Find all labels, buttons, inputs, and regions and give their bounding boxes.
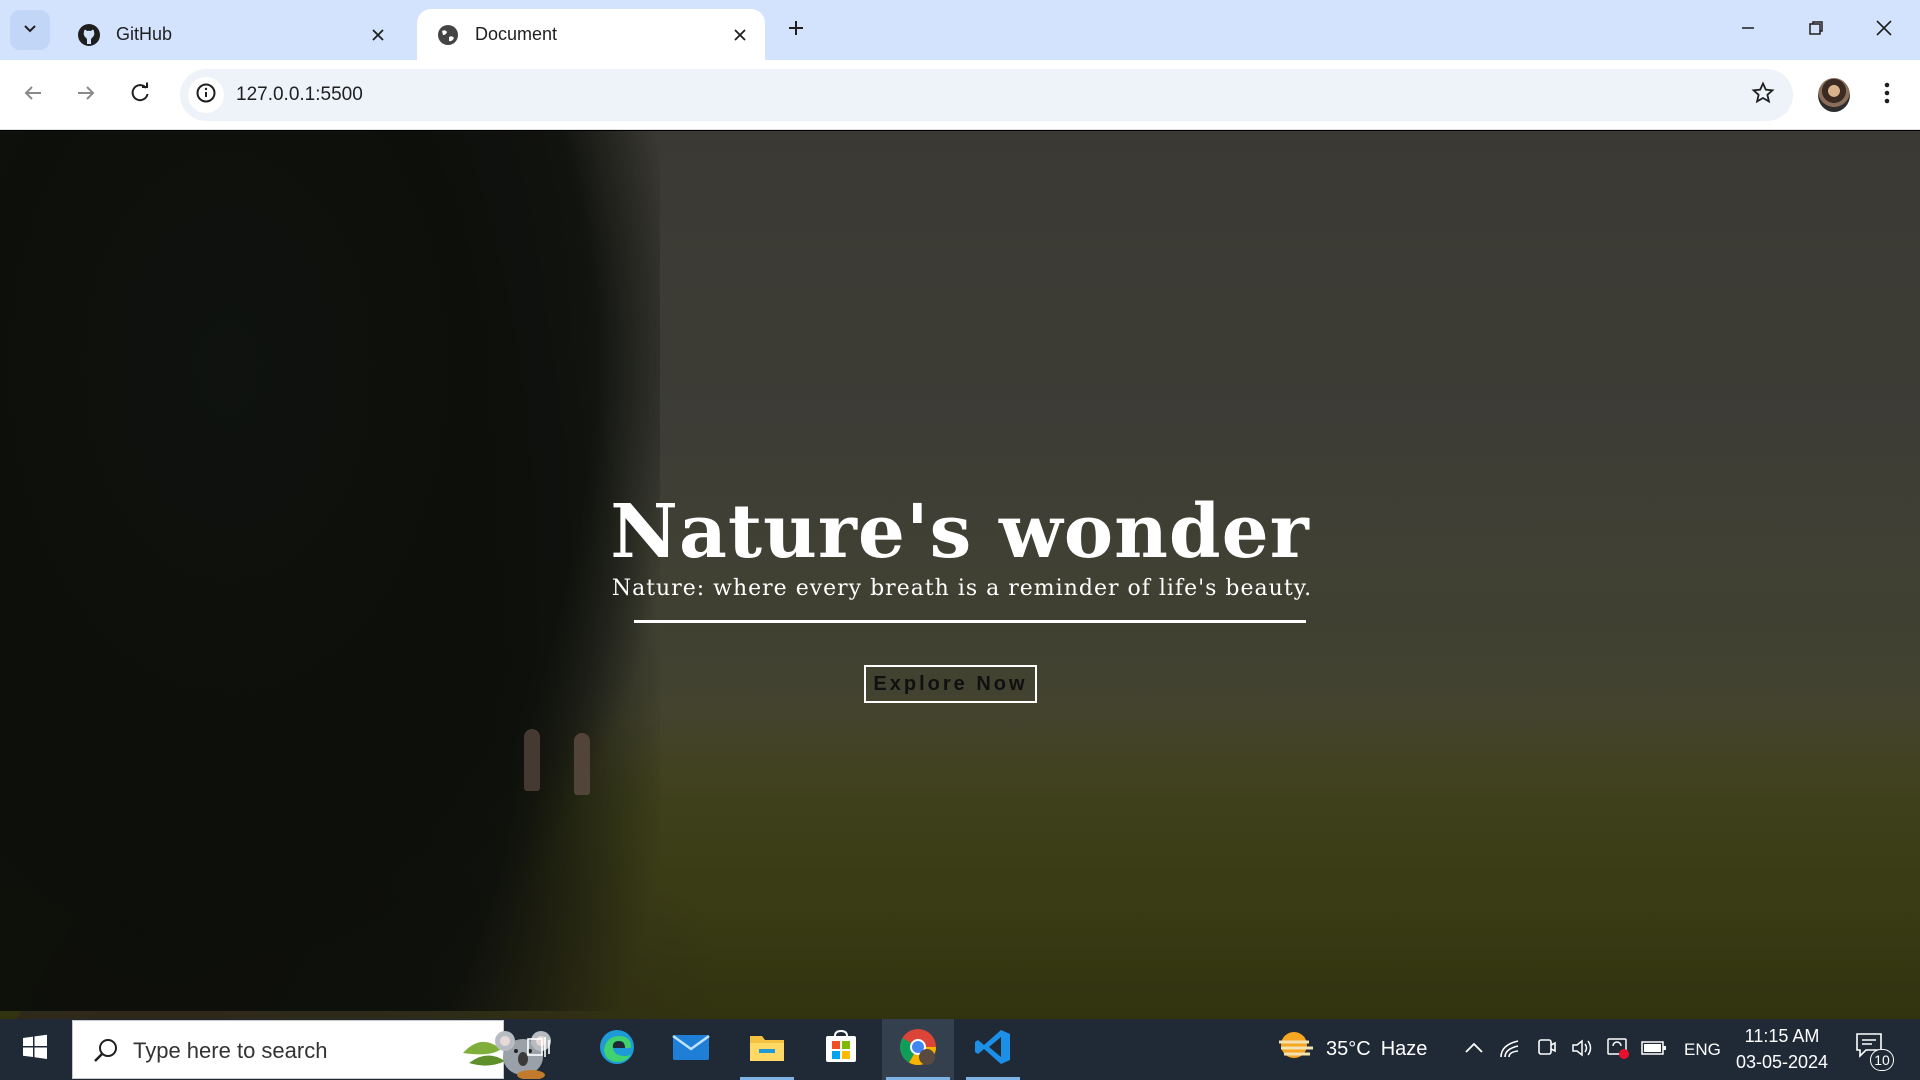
file-explorer-icon (749, 1031, 785, 1068)
hero-title: Nature's wonder (610, 489, 1310, 575)
close-window-button[interactable] (1850, 0, 1918, 60)
start-button[interactable] (0, 1019, 70, 1080)
weather-temperature: 35°C (1326, 1038, 1371, 1060)
speaker-icon (1570, 1037, 1594, 1064)
info-icon (195, 82, 217, 109)
globe-icon (435, 22, 461, 48)
tab-document[interactable]: Document (417, 9, 765, 60)
site-info-button[interactable] (188, 77, 224, 113)
windows-logo-icon (22, 1034, 48, 1065)
reload-button[interactable] (122, 77, 158, 113)
vscode-icon (974, 1028, 1012, 1071)
forward-button[interactable] (68, 77, 104, 113)
taskbar-vscode[interactable] (962, 1019, 1024, 1080)
task-view-button[interactable] (508, 1019, 570, 1080)
restore-icon (1808, 20, 1824, 41)
search-placeholder: Type here to search (133, 1038, 328, 1063)
hero-divider (634, 620, 1306, 623)
sync-error-icon (1606, 1036, 1630, 1065)
show-hidden-icons-button[interactable] (1460, 1036, 1488, 1064)
arrow-right-icon (75, 82, 97, 109)
camera-icon (1535, 1037, 1557, 1064)
minimize-icon (1740, 20, 1756, 41)
url-text[interactable]: 127.0.0.1:5500 (236, 69, 363, 121)
star-icon (1751, 80, 1775, 110)
github-icon (76, 22, 102, 48)
explore-now-button[interactable]: Explore Now (864, 665, 1037, 703)
input-language[interactable]: ENG (1684, 1019, 1721, 1080)
taskbar-clock[interactable]: 11:15 AM 03-05-2024 (1724, 1023, 1840, 1075)
address-bar[interactable]: 127.0.0.1:5500 (180, 69, 1793, 121)
taskbar-chrome[interactable] (882, 1019, 954, 1080)
taskbar-mail[interactable] (660, 1019, 722, 1080)
bookmark-button[interactable] (1749, 80, 1777, 110)
sun-haze-icon (1276, 1030, 1316, 1070)
search-icon (91, 1036, 121, 1066)
browser-toolbar: 127.0.0.1:5500 (0, 60, 1920, 130)
arrow-left-icon (22, 82, 44, 109)
hero-subtitle: Nature: where every breath is a reminder… (611, 576, 1313, 601)
page-viewport: Nature's wonder Nature: where every brea… (0, 131, 1920, 1019)
battery-icon (1641, 1040, 1667, 1061)
plus-icon (786, 18, 806, 43)
meet-now-button[interactable] (1532, 1036, 1560, 1064)
clock-date: 03-05-2024 (1735, 1052, 1829, 1072)
tab-title: Document (475, 24, 558, 44)
mail-icon (672, 1032, 710, 1067)
action-center-button[interactable]: 10 (1854, 1031, 1898, 1071)
browser-tabstrip: GitHub Document (0, 0, 1920, 60)
notification-count-badge: 10 (1870, 1049, 1894, 1071)
chrome-icon (898, 1027, 938, 1072)
edge-icon (598, 1028, 636, 1071)
browser-menu-button[interactable] (1872, 78, 1902, 112)
tab-search-button[interactable] (10, 10, 50, 50)
taskbar-search-box[interactable]: Type here to search (72, 1020, 551, 1080)
profile-avatar[interactable] (1818, 78, 1850, 112)
reload-icon (129, 82, 151, 109)
chevron-up-icon (1464, 1041, 1484, 1060)
store-icon (824, 1029, 858, 1069)
taskbar-store[interactable] (810, 1019, 872, 1080)
close-icon[interactable] (367, 24, 389, 46)
more-vertical-icon (1884, 82, 1890, 109)
taskbar-weather[interactable]: 35°C Haze (1276, 1019, 1427, 1080)
hero-section: Nature's wonder Nature: where every brea… (0, 131, 1920, 1019)
wifi-icon (1498, 1037, 1522, 1064)
new-tab-button[interactable] (780, 14, 812, 46)
tab-github[interactable]: GitHub (58, 9, 403, 60)
weather-condition: Haze (1380, 1038, 1428, 1060)
minimize-button[interactable] (1714, 0, 1782, 60)
restore-button[interactable] (1782, 0, 1850, 60)
chevron-down-icon (21, 19, 39, 42)
close-icon (1875, 19, 1893, 42)
task-view-icon (525, 1034, 553, 1065)
network-button[interactable] (1496, 1036, 1524, 1064)
close-icon[interactable] (729, 24, 751, 46)
windows-taskbar: Type here to search 35°C Haze ENG 11:15 … (0, 1019, 1920, 1080)
volume-button[interactable] (1568, 1036, 1596, 1064)
taskbar-file-explorer[interactable] (736, 1019, 798, 1080)
clock-time: 11:15 AM (1744, 1026, 1820, 1046)
tab-title: GitHub (116, 24, 173, 44)
taskbar-edge[interactable] (586, 1019, 648, 1080)
back-button[interactable] (15, 77, 51, 113)
battery-button[interactable] (1640, 1036, 1668, 1064)
sync-status-button[interactable] (1604, 1036, 1632, 1064)
